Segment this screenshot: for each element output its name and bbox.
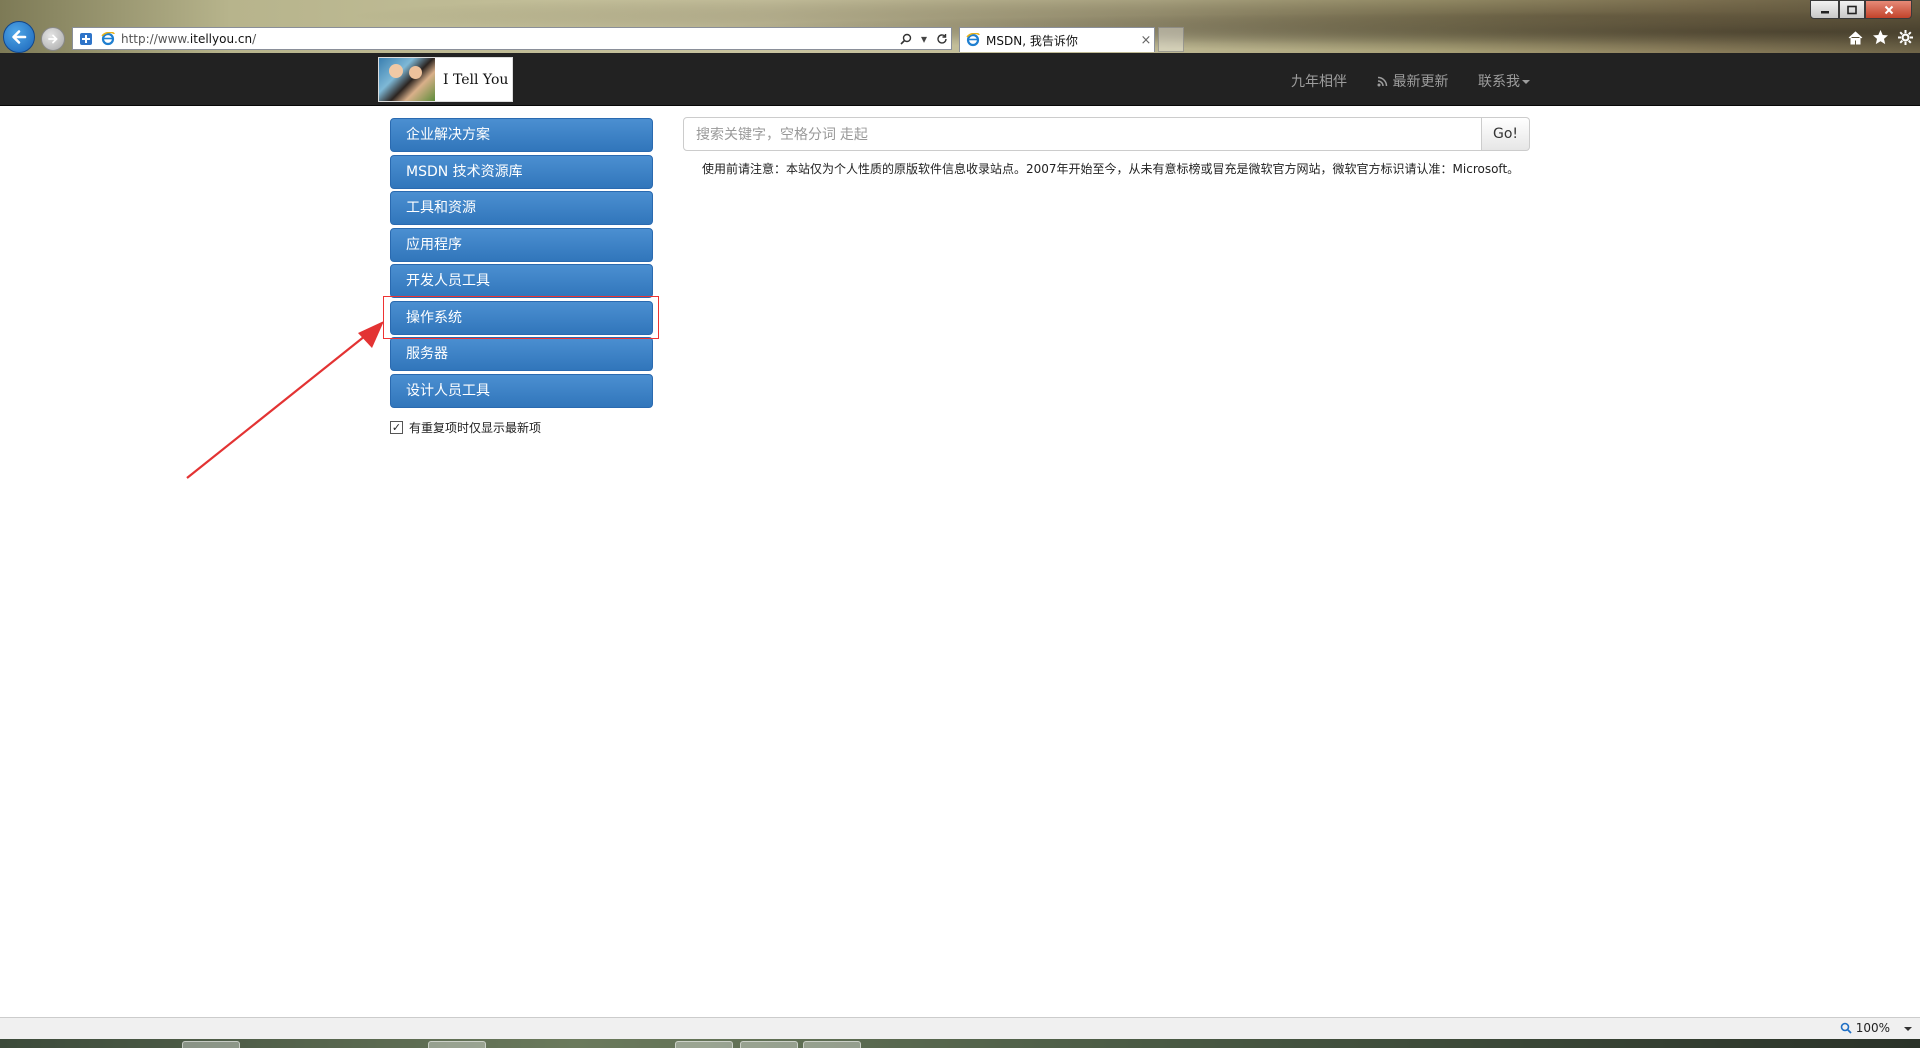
nav-link-latest-updates[interactable]: 最新更新 (1377, 71, 1448, 91)
search-input[interactable] (683, 117, 1482, 151)
zoom-control[interactable]: 100% (1840, 1021, 1890, 1035)
minimize-button[interactable] (1810, 0, 1839, 19)
chevron-down-icon[interactable] (1904, 1027, 1912, 1031)
category-menu: 企业解决方案 MSDN 技术资源库 工具和资源 应用程序 开发人员工具 操作系统… (390, 118, 653, 410)
latest-only-option[interactable]: ✓ 有重复项时仅显示最新项 (390, 419, 541, 436)
close-icon (1884, 5, 1893, 14)
menu-item-designer-tools[interactable]: 设计人员工具 (390, 373, 653, 408)
menu-item-tools-resources[interactable]: 工具和资源 (390, 191, 653, 225)
nav-link-contact-label: 联系我 (1478, 74, 1520, 90)
back-button[interactable] (3, 21, 35, 53)
restore-button[interactable] (1839, 0, 1865, 19)
latest-only-label: 有重复项时仅显示最新项 (409, 421, 542, 435)
arrow-left-icon (12, 30, 27, 44)
close-window-button[interactable] (1865, 0, 1912, 19)
compatibility-icon[interactable] (77, 30, 95, 48)
menu-item-servers[interactable]: 服务器 (390, 337, 653, 371)
brand-image (379, 58, 435, 101)
taskbar-item[interactable] (182, 1041, 240, 1048)
site-navbar: I Tell You 九年相伴 最新更新 联系我 (0, 53, 1920, 106)
minimize-icon (1820, 10, 1829, 13)
annotation-arrow (186, 321, 384, 479)
latest-only-checkbox[interactable]: ✓ (390, 421, 403, 434)
gear-icon[interactable] (1897, 29, 1914, 46)
windows-taskbar (0, 1039, 1920, 1048)
ie-page-icon (99, 30, 117, 48)
refresh-icon[interactable] (933, 30, 951, 48)
taskbar-item[interactable] (740, 1041, 798, 1048)
menu-item-msdn-library[interactable]: MSDN 技术资源库 (390, 154, 653, 189)
rss-icon (1377, 76, 1388, 87)
address-bar[interactable]: http://www.itellyou.cn/ ▾ (72, 27, 952, 50)
favorites-star-icon[interactable] (1872, 29, 1889, 46)
taskbar-item[interactable] (803, 1041, 861, 1048)
restore-icon (1847, 5, 1857, 14)
search-icon[interactable] (897, 30, 915, 48)
taskbar-item[interactable] (428, 1041, 486, 1048)
go-button[interactable]: Go! (1482, 117, 1530, 151)
browser-toolbar-icons (1847, 29, 1914, 46)
nav-link-contact[interactable]: 联系我 (1478, 71, 1530, 91)
caret-down-icon (1522, 80, 1530, 84)
annotation-highlight-box (383, 296, 659, 339)
ie-tab-icon (964, 31, 982, 49)
taskbar-item[interactable] (675, 1041, 733, 1048)
nav-link-latest-label: 最新更新 (1392, 74, 1449, 90)
url-text[interactable]: http://www.itellyou.cn/ (121, 32, 897, 46)
tab-msdn[interactable]: MSDN, 我告诉你 × (959, 27, 1155, 52)
zoom-icon (1840, 1022, 1852, 1034)
zoom-level: 100% (1855, 1021, 1890, 1035)
tab-title: MSDN, 我告诉你 (986, 33, 1078, 48)
browser-chrome: http://www.itellyou.cn/ ▾ MSDN, 我告诉你 × (0, 0, 1920, 53)
home-icon[interactable] (1847, 29, 1864, 46)
search-group: Go! (683, 117, 1530, 151)
chevron-down-icon[interactable]: ▾ (915, 30, 933, 48)
close-icon[interactable]: × (1138, 33, 1154, 48)
menu-item-applications[interactable]: 应用程序 (390, 227, 653, 262)
forward-button[interactable] (41, 27, 65, 51)
menu-item-developer-tools[interactable]: 开发人员工具 (390, 264, 653, 298)
nav-link-nine-years[interactable]: 九年相伴 (1291, 71, 1347, 91)
status-bar: 100% (0, 1017, 1920, 1039)
window-controls (1810, 0, 1912, 19)
brand-logo[interactable]: I Tell You (378, 57, 513, 102)
brand-text: I Tell You (443, 71, 509, 88)
disclaimer-notice: 使用前请注意：本站仅为个人性质的原版软件信息收录站点。2007年开始至今，从未有… (702, 162, 1520, 176)
menu-item-enterprise-solutions[interactable]: 企业解决方案 (390, 118, 653, 152)
arrow-right-icon (48, 34, 58, 44)
new-tab-button[interactable] (1158, 27, 1184, 52)
